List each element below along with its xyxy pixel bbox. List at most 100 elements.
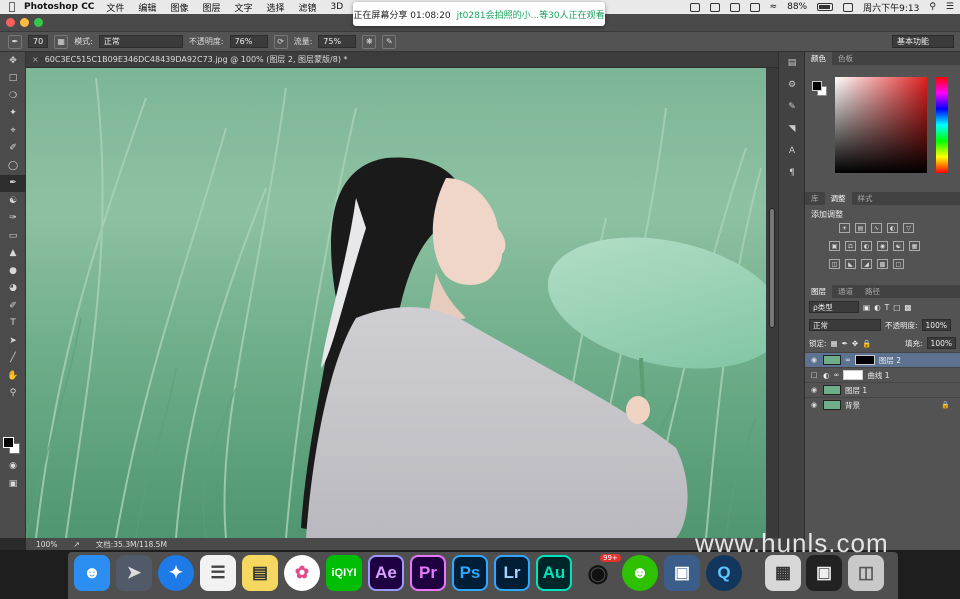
visibility-eye-icon[interactable]: □ [809,371,819,379]
tab-swatches[interactable]: 色板 [832,52,859,65]
finder-icon[interactable]: ☻ [74,555,110,591]
lock-all-icon[interactable]: 🔒 [862,339,871,348]
clone-stamp-tool-icon[interactable]: ☯ [0,192,26,210]
lightroom-icon[interactable]: Lr [494,555,530,591]
blur-tool-icon[interactable]: ● [0,262,26,280]
line-tool-icon[interactable]: ╱ [0,350,26,368]
photos-icon[interactable]: ✿ [284,555,320,591]
color-balance-icon[interactable]: ⚖ [845,241,856,251]
opacity-input[interactable]: 76% [229,35,268,48]
zoom-level[interactable]: 100% [36,540,57,549]
layer-thumbnail[interactable] [823,400,841,410]
filter-type-icon[interactable]: T [885,303,890,312]
brightness-icon[interactable]: ☀ [839,223,850,233]
tray-record-icon[interactable] [709,2,720,12]
channel-mixer-icon[interactable]: ☯ [893,241,904,251]
properties-panel-icon[interactable]: ⚙ [779,74,805,96]
visibility-eye-icon[interactable]: ◉ [809,386,819,394]
color-lookup-icon[interactable]: ▦ [909,241,920,251]
paragraph-panel-icon[interactable]: ¶ [779,162,805,184]
hue-saturation-icon[interactable]: ▣ [829,241,840,251]
selective-color-icon[interactable]: □ [893,259,904,269]
curves-icon[interactable]: ∿ [871,223,882,233]
minimize-window-button[interactable] [20,18,29,27]
tab-styles[interactable]: 样式 [852,192,879,205]
history-panel-icon[interactable]: ▤ [779,52,805,74]
menu-layer[interactable]: 图层 [202,1,220,14]
photoshop-dock-icon[interactable]: Ps [452,555,488,591]
path-select-tool-icon[interactable]: ➤ [0,332,26,350]
reminders-icon[interactable]: ☰ [200,555,236,591]
share-viewers[interactable]: jt0281会拍照的小...等30人正在观看 [457,8,605,21]
invert-icon[interactable]: ◫ [829,259,840,269]
wifi-icon[interactable]: ≈ [770,2,778,12]
document-size[interactable]: 文档:35.3M/118.5M [96,539,167,550]
menu-type[interactable]: 文字 [234,1,252,14]
dodge-tool-icon[interactable]: ◕ [0,280,26,298]
photo-filter-icon[interactable]: ◉ [877,241,888,251]
layer-name[interactable]: 背景 [845,400,860,411]
crop-tool-icon[interactable]: ⌖ [0,122,26,140]
iqiyi-icon[interactable]: iQIYI [326,555,362,591]
tab-channels[interactable]: 通道 [832,285,859,298]
input-method-icon[interactable] [843,2,854,12]
foreground-color-swatch[interactable] [3,437,14,448]
layer-row[interactable]: ◉ ∞ 图层 2 [805,352,960,367]
app-name-menu[interactable]: Photoshop CC [24,2,94,12]
filter-pixel-icon[interactable]: ▣ [863,303,870,312]
scrollbar-thumb[interactable] [769,208,775,328]
lock-pixels-icon[interactable]: ✒ [842,339,848,348]
link-icon[interactable]: ∞ [845,356,851,364]
pressure-opacity-icon[interactable]: ⟳ [273,34,288,49]
brush-tool-icon[interactable]: ✒ [0,174,26,192]
close-window-button[interactable] [6,18,15,27]
pressure-size-icon[interactable]: ✎ [382,34,397,49]
layer-row[interactable]: □ ◐ ∞ 曲线 1 [805,367,960,382]
eraser-tool-icon[interactable]: ▭ [0,227,26,245]
tab-layers[interactable]: 图层 [805,285,832,298]
threshold-icon[interactable]: ◢ [861,259,872,269]
notification-center-icon[interactable]: ☰ [946,2,954,12]
layer-name[interactable]: 图层 2 [879,355,901,366]
menubar-clock[interactable]: 周六下午9:13 [863,1,919,14]
marquee-tool-icon[interactable]: □ [0,70,26,88]
curves-adjust-icon[interactable]: ◐ [823,371,830,380]
safari-icon[interactable]: ✦ [158,555,194,591]
posterize-icon[interactable]: ◣ [845,259,856,269]
paint-bucket-tool-icon[interactable]: ▲ [0,245,26,263]
launchpad-icon[interactable]: ➤ [116,555,152,591]
brush-size-picker[interactable]: 70 [28,35,49,48]
premiere-icon[interactable]: Pr [410,555,446,591]
filter-smart-icon[interactable]: ▩ [904,303,911,312]
tray-qq-icon[interactable] [729,2,740,12]
brush-panel-icon[interactable]: ✎ [779,96,805,118]
blend-mode-select[interactable]: 正常 [809,319,881,331]
battery-icon[interactable] [817,3,834,11]
brush-preset-icon[interactable]: ✒ [8,34,22,49]
menu-file[interactable]: 文件 [106,1,124,14]
menu-select[interactable]: 选择 [266,1,284,14]
pen-tool-icon[interactable]: ✐ [0,297,26,315]
fill-input[interactable]: 100% [926,337,956,349]
layer-row[interactable]: ◉ 背景 🔒 [805,397,960,412]
visibility-eye-icon[interactable]: ◉ [809,356,819,364]
notes-icon[interactable]: ▤ [242,555,278,591]
layer-thumbnail[interactable] [823,355,841,365]
layer-name[interactable]: 曲线 1 [867,370,889,381]
tab-paths[interactable]: 路径 [859,285,886,298]
apple-icon[interactable]:  [0,0,24,14]
levels-icon[interactable]: ▤ [855,223,866,233]
tray-app-icon[interactable] [689,2,700,12]
clone-source-icon[interactable]: ◥ [779,118,805,140]
filter-adjust-icon[interactable]: ◐ [874,303,881,312]
tray-bluetooth-icon[interactable] [749,2,760,12]
close-document-icon[interactable]: × [32,55,39,64]
flow-input[interactable]: 75% [318,35,357,48]
eyedropper-tool-icon[interactable]: ✐ [0,140,26,158]
visibility-eye-icon[interactable]: ◉ [809,401,819,409]
layer-mask-thumbnail[interactable] [843,370,864,380]
link-icon[interactable]: ∞ [834,371,840,379]
share-icon[interactable]: ↗ [73,540,79,549]
color-spectrum[interactable] [835,77,927,173]
vibrance-icon[interactable]: ▽ [903,223,914,233]
